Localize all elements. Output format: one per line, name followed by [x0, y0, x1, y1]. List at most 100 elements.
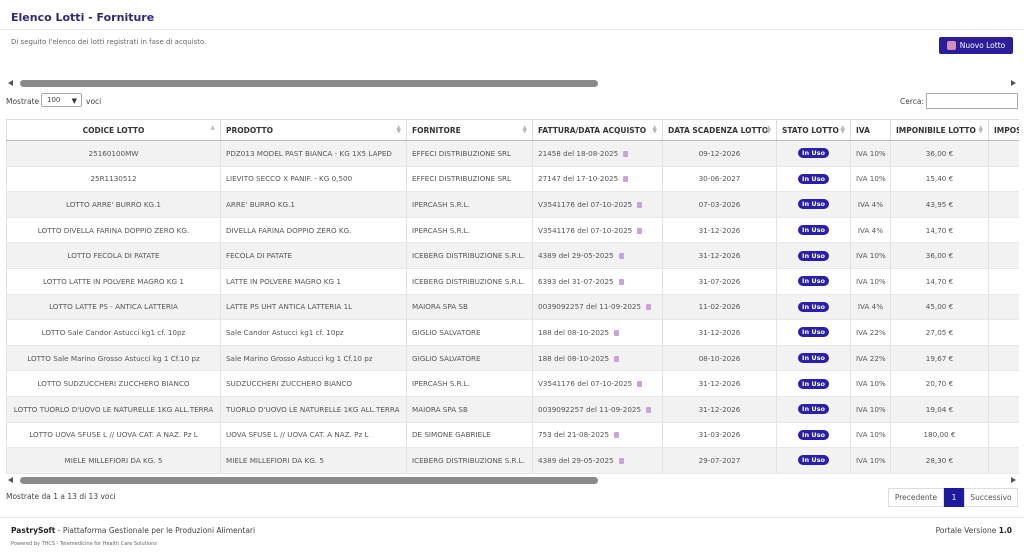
- cell-imposta: [988, 370, 1019, 397]
- status-badge: In Uso: [798, 455, 829, 466]
- cell-stato: In Uso: [776, 294, 851, 321]
- table-row[interactable]: LOTTO FECOLA DI PATATE FECOLA DI PATATE IC…: [6, 242, 1019, 269]
- lots-table: CODICE LOTTO ▲ PRODOTTO ▲ ▼ FORNITORE ▲ ▼ FAT…: [6, 119, 1019, 474]
- table-row[interactable]: MIELE MILLEFIORI DA KG. 5 MIELE MILLEFIOR…: [6, 447, 1019, 474]
- powered-by: Powered by THCS - Telemedicine for Healt…: [11, 541, 157, 547]
- invoice-text: V3541176 del 07-10-2025: [538, 379, 633, 389]
- invoice-document-icon[interactable]: [623, 176, 629, 183]
- table-row[interactable]: LOTTO ARRE' BURRO KG.1 ARRE' BURRO KG.1 IP…: [6, 191, 1019, 218]
- cell-prodotto: TUORLO D'UOVO LE NATURELLE 1KG ALL.TERRA: [220, 396, 407, 423]
- cell-prodotto: ARRE' BURRO KG.1: [220, 191, 407, 218]
- cell-fattura: 753 del 21-08-2025: [532, 422, 663, 449]
- cell-imponibile: 19,04 €: [890, 396, 989, 423]
- scroll-thumb[interactable]: [20, 477, 598, 484]
- cell-prodotto: LATTE IN POLVERE MAGRO KG 1: [220, 268, 407, 295]
- invoice-text: V3541176 del 07-10-2025: [538, 225, 633, 235]
- column-header-stato[interactable]: STATO LOTTO ▲ ▼: [776, 119, 851, 141]
- cell-codice: MIELE MILLEFIORI DA KG. 5: [6, 447, 221, 474]
- table-row[interactable]: LOTTO DIVELLA FARINA DOPPIO ZERO KG. DIVE…: [6, 217, 1019, 244]
- cell-codice: LOTTO LATTE IN POLVERE MAGRO KG 1: [6, 268, 221, 295]
- sort-icon: ▲ ▼: [522, 124, 527, 135]
- cell-codice: LOTTO ARRE' BURRO KG.1: [6, 191, 221, 218]
- cell-iva: IVA 10%: [850, 396, 891, 423]
- invoice-document-icon[interactable]: [618, 253, 624, 260]
- cell-fornitore: GIGLIO SALVATORE: [406, 319, 533, 346]
- cell-fornitore: MAIORA SPA SB: [406, 294, 533, 321]
- cell-scadenza: 31-12-2026: [662, 396, 777, 423]
- cell-scadenza: 31-12-2026: [662, 242, 777, 269]
- cell-scadenza: 11-02-2026: [662, 294, 777, 321]
- sort-icon: ▲ ▼: [396, 124, 401, 135]
- cell-imponibile: 45,00 €: [890, 294, 989, 321]
- cell-fattura: 188 del 08-10-2025: [532, 319, 663, 346]
- invoice-document-icon[interactable]: [637, 227, 643, 234]
- cell-codice: LOTTO Sale Marino Grosso Astucci kg 1 Cf…: [6, 345, 221, 372]
- bottom-horizontal-scrollbar[interactable]: [6, 476, 1018, 485]
- cell-codice: 25R1130512: [6, 166, 221, 193]
- scroll-right-arrow-icon[interactable]: [1011, 477, 1016, 483]
- invoice-document-icon[interactable]: [646, 304, 652, 311]
- column-header-fornitore[interactable]: FORNITORE ▲ ▼: [406, 119, 533, 141]
- cell-fattura: 4389 del 29-05-2025: [532, 242, 663, 269]
- cell-iva: IVA 10%: [850, 370, 891, 397]
- cell-imponibile: 28,30 €: [890, 447, 989, 474]
- scroll-left-arrow-icon[interactable]: [8, 477, 13, 483]
- cell-iva: IVA 10%: [850, 140, 891, 167]
- cell-prodotto: LATTE PS UHT ANTICA LATTERIA 1L: [220, 294, 407, 321]
- table-row[interactable]: LOTTO LATTE IN POLVERE MAGRO KG 1 LATTE I…: [6, 268, 1019, 295]
- cell-fattura: 0039092257 del 11-09-2025: [532, 396, 663, 423]
- pagination-previous[interactable]: Precedente: [888, 488, 944, 507]
- invoice-document-icon[interactable]: [614, 432, 620, 439]
- invoice-document-icon[interactable]: [623, 150, 629, 157]
- column-header-scadenza[interactable]: DATA SCADENZA LOTTO ▲ ▼: [662, 119, 777, 141]
- cell-codice: LOTTO DIVELLA FARINA DOPPIO ZERO KG.: [6, 217, 221, 244]
- invoice-document-icon[interactable]: [618, 278, 624, 285]
- cell-stato: In Uso: [776, 268, 851, 295]
- sort-icon: ▲ ▼: [652, 124, 657, 135]
- status-badge: In Uso: [798, 276, 829, 287]
- invoice-document-icon[interactable]: [618, 457, 624, 464]
- cell-scadenza: 31-12-2026: [662, 370, 777, 397]
- table-row[interactable]: LOTTO TUORLO D'UOVO LE NATURELLE 1KG ALL…: [6, 396, 1019, 423]
- cell-fattura: 6393 del 31-07-2025: [532, 268, 663, 295]
- column-header-imposta[interactable]: IMPOS: [988, 119, 1019, 141]
- table-row[interactable]: 25160100MW PDZ013 MODEL PAST BIANCA - KG …: [6, 140, 1019, 167]
- cell-codice: 25160100MW: [6, 140, 221, 167]
- cell-iva: IVA 4%: [850, 294, 891, 321]
- cell-fattura: V3541176 del 07-10-2025: [532, 217, 663, 244]
- column-header-imponibile[interactable]: IMPONIBILE LOTTO ▲ ▼: [890, 119, 989, 141]
- cell-scadenza: 29-07-2027: [662, 447, 777, 474]
- invoice-document-icon[interactable]: [614, 329, 620, 336]
- invoice-document-icon[interactable]: [637, 201, 643, 208]
- invoice-text: 27147 del 17-10-2025: [538, 174, 619, 184]
- cell-scadenza: 08-10-2026: [662, 345, 777, 372]
- status-badge: In Uso: [798, 327, 829, 338]
- version-number: 1.0: [998, 526, 1012, 535]
- column-header-prodotto[interactable]: PRODOTTO ▲ ▼: [220, 119, 407, 141]
- cell-stato: In Uso: [776, 370, 851, 397]
- table-row[interactable]: LOTTO Sale Marino Grosso Astucci kg 1 Cf…: [6, 345, 1019, 372]
- pagination-next[interactable]: Successivo: [964, 488, 1018, 507]
- table-row[interactable]: LOTTO Sale Candor Astucci kg1 cf. 10pz Sa…: [6, 319, 1019, 346]
- table-row[interactable]: LOTTO SUDZUCCHERI ZUCCHERO BIANCO SUDZUCC…: [6, 370, 1019, 397]
- invoice-document-icon[interactable]: [637, 381, 643, 388]
- cell-scadenza: 07-03-2026: [662, 191, 777, 218]
- column-header-iva[interactable]: IVA: [850, 119, 891, 141]
- column-header-codice[interactable]: CODICE LOTTO ▲: [6, 119, 221, 141]
- invoice-text: 4389 del 29-05-2025: [538, 251, 614, 261]
- status-badge: In Uso: [798, 148, 829, 159]
- column-header-fattura[interactable]: FATTURA/DATA ACQUISTO ▲ ▼: [532, 119, 663, 141]
- invoice-document-icon[interactable]: [614, 355, 620, 362]
- cell-scadenza: 31-12-2026: [662, 217, 777, 244]
- table-row[interactable]: 25R1130512 LIEVITO SECCO X PANIF. - KG 0,…: [6, 166, 1019, 193]
- sort-icon: ▲ ▼: [840, 124, 845, 135]
- cell-fattura: V3541176 del 07-10-2025: [532, 191, 663, 218]
- cell-fornitore: EFFECI DISTRIBUZIONE SRL: [406, 166, 533, 193]
- cell-prodotto: Sale Candor Astucci kg1 cf. 10pz: [220, 319, 407, 346]
- table-row[interactable]: LOTTO LATTE PS - ANTICA LATTERIA LATTE PS…: [6, 294, 1019, 321]
- cell-stato: In Uso: [776, 422, 851, 449]
- table-row[interactable]: LOTTO UOVA SFUSE L // UOVA CAT. A NAZ. P…: [6, 422, 1019, 449]
- status-badge: In Uso: [798, 378, 829, 389]
- pagination-page-1[interactable]: 1: [944, 488, 964, 507]
- invoice-document-icon[interactable]: [646, 406, 652, 413]
